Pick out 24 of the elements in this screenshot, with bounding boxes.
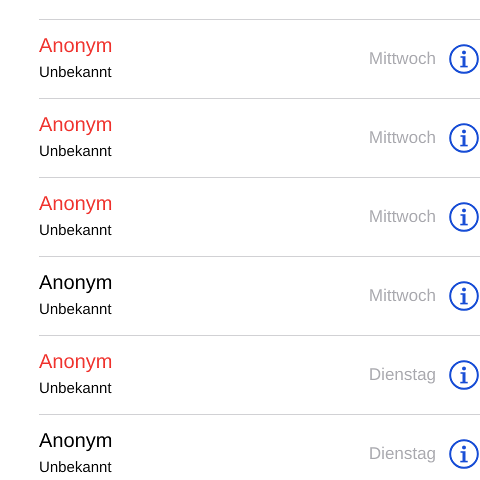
- call-day: Mittwoch: [368, 128, 436, 148]
- caller-name: Anonym: [39, 192, 112, 216]
- caller-label: Unbekannt: [39, 64, 112, 80]
- call-day: Dienstag: [368, 444, 436, 464]
- caller-name: Anonym: [39, 34, 112, 58]
- call-day: Mittwoch: [368, 49, 436, 69]
- caller-name: Anonym: [39, 114, 112, 136]
- caller-label: Unbekannt: [39, 300, 112, 318]
- caller-name: Anonym: [39, 272, 112, 294]
- caller-label: Unbekannt: [39, 458, 112, 476]
- info-icon[interactable]: [449, 202, 479, 232]
- info-icon[interactable]: [449, 439, 479, 469]
- info-icon[interactable]: [449, 360, 479, 390]
- caller-name: Anonym: [39, 350, 112, 374]
- caller-name: Anonym: [39, 430, 112, 452]
- call-day: Dienstag: [368, 365, 436, 385]
- caller-label: Unbekannt: [39, 380, 112, 396]
- caller-label: Unbekannt: [39, 142, 112, 160]
- caller-label: Unbekannt: [39, 222, 112, 238]
- call-day: Mittwoch: [368, 286, 436, 306]
- info-icon[interactable]: [449, 281, 479, 311]
- info-icon[interactable]: [449, 44, 479, 74]
- info-icon[interactable]: [449, 123, 479, 153]
- call-day: Mittwoch: [368, 207, 436, 227]
